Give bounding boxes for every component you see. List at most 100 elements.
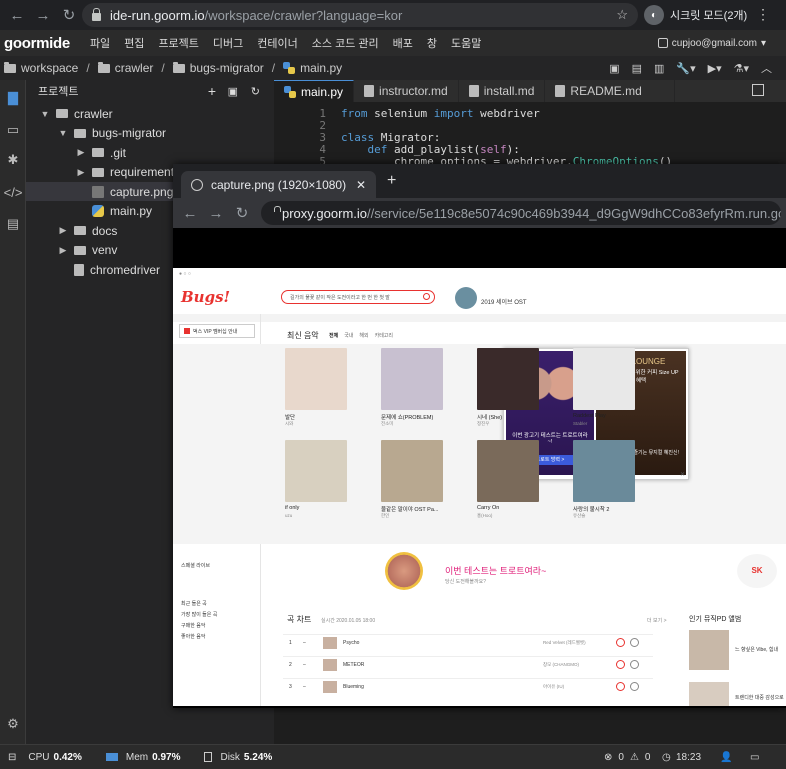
album-artist[interactable]: 전소미 [381,421,393,427]
album-cover[interactable] [477,348,539,410]
menu-item[interactable]: 창 [427,35,437,51]
album-artist[interactable]: Stabler [573,421,587,426]
chart-row[interactable]: 1 – Psycho Red Velvet (레드벨벳) [283,634,653,650]
breadcrumb-main-py[interactable]: main.py [283,61,342,75]
incognito-indicator[interactable]: ◐ 시크릿 모드(2개) [644,3,770,27]
breadcrumb-bugs-migrator[interactable]: bugs-migrator [172,61,264,75]
bugs-search-input[interactable]: 길가의 풀꽃 같이 작은 도전이라고 한 번 한 첫 발 [281,290,435,304]
album-artist[interactable]: uzu [285,513,292,518]
run-icon[interactable]: ▶▾ [708,62,722,75]
debug-bug-icon[interactable]: ✱ [5,152,21,168]
chat-icon[interactable]: ▭ [750,752,759,763]
album-artist[interactable]: 시와 [285,421,293,427]
editor-tab[interactable]: install.md [459,80,546,102]
album-title[interactable]: 시네 (She) [477,413,502,421]
menu-item[interactable]: 파일 [90,35,110,51]
menu-item[interactable]: 소스 코드 관리 [312,35,379,51]
forward-button[interactable]: → [30,2,56,28]
back-button[interactable]: ← [4,2,30,28]
code-icon[interactable]: </> [4,184,23,200]
filter-tab[interactable]: 해외 [359,332,368,339]
menu-item[interactable]: 프로젝트 [158,35,198,51]
menu-item[interactable]: 도움말 [451,35,481,51]
star-icon[interactable]: ☆ [616,7,628,23]
album-cover[interactable] [381,348,443,410]
new-folder-icon[interactable]: ▣ [228,85,238,98]
menu-item[interactable]: 컨테이너 [257,35,297,51]
debug-icon[interactable]: ⚗▾ [734,62,749,75]
add-icon[interactable] [630,682,639,691]
song-title[interactable]: METEOR [343,662,543,668]
chart-row[interactable]: 2 – METEOR 창모 (CHANGMO) [283,656,653,672]
tools-icon[interactable]: 🔧▾ [676,62,695,75]
project-explorer-icon[interactable]: ▇ [5,90,21,106]
tree-item[interactable]: ▶ .git [26,143,274,162]
forward-button[interactable]: → [203,200,229,226]
bugs-sidebar-item[interactable]: 가장 많이 들은 곡 [181,611,217,618]
tree-item[interactable]: ▼ crawler [26,104,274,123]
album-cover[interactable] [381,440,443,502]
problems-indicator[interactable]: ⊗ 0 ⚠ 0 [604,752,650,763]
breadcrumb-crawler[interactable]: crawler [97,61,153,75]
album-title[interactable]: Raddest Play [573,413,606,419]
save-all-icon[interactable]: ▤ [632,62,642,75]
bugs-sidebar-item[interactable]: 구매한 음악 [181,622,205,629]
settings-list-icon[interactable]: ▤ [5,216,21,232]
reload-button[interactable]: ↻ [229,200,255,226]
editor-tab[interactable]: README.md [545,80,676,102]
album-artist[interactable]: 정진우 [477,421,489,427]
bugs-sidebar-item[interactable]: 좋아한 음악 [181,633,205,640]
back-button[interactable]: ← [177,200,203,226]
song-artist[interactable]: 창모 (CHANGMO) [543,662,613,668]
album-title[interactable]: 사랑의 불시착 2 [573,505,609,513]
promo-close-icon[interactable]: ✕ [680,471,685,478]
bugs-sidebar-item[interactable]: 최근 들은 곡 [181,600,207,607]
menu-item[interactable]: 편집 [124,35,144,51]
album-artist[interactable]: 홍(Hoo) [477,513,492,519]
add-icon[interactable]: + [208,83,216,99]
bugs-sidebar-item[interactable]: 스페셜 라이브 [181,562,210,569]
network-icon[interactable]: ⊟ [8,752,16,763]
menu-item[interactable]: 배포 [393,35,413,51]
album-cover[interactable] [573,348,635,410]
play-icon[interactable] [616,638,625,647]
song-title[interactable]: Psycho [343,640,543,646]
menu-item[interactable]: 디버그 [213,35,243,51]
save-icon[interactable]: ▣ [609,62,619,75]
filter-tab[interactable]: 전체 [329,332,338,339]
editor-tab[interactable]: instructor.md [354,80,459,102]
user-status-icon[interactable]: 👤 [720,752,732,763]
album-cover[interactable] [477,440,539,502]
refresh-icon[interactable]: ↻ [251,85,260,98]
album-title[interactable]: 물같은 말이야 OST Pa... [381,505,438,513]
reload-button[interactable]: ↻ [56,2,82,28]
new-tab-icon[interactable]: + [387,172,396,190]
filter-tab[interactable]: 국내 [344,332,353,339]
album-cover[interactable] [285,440,347,502]
album-cover[interactable] [285,348,347,410]
album-artist[interactable]: 한인 [381,513,389,519]
play-icon[interactable] [616,682,625,691]
user-menu[interactable]: cupjoo@gmail.com ▾ [657,30,766,56]
breadcrumb-workspace[interactable]: workspace [4,61,78,75]
right-album-1[interactable] [689,630,729,670]
song-title[interactable]: Blueming [343,684,543,690]
album-title[interactable]: 발단 [285,413,295,421]
popup-address-bar[interactable]: proxy.goorm.io//service/5e119c8e5074c90c… [261,201,781,225]
album-title[interactable]: Carry On [477,505,499,511]
browser-menu-icon[interactable]: ⋮ [756,6,770,23]
album-title[interactable]: if only [285,505,299,511]
tree-item[interactable]: ▼ bugs-migrator [26,124,274,143]
filter-tab[interactable]: 카테고리 [375,332,393,339]
play-icon[interactable] [616,660,625,669]
album-artist[interactable]: 유산슬 [573,513,585,519]
split-editor-icon[interactable] [752,84,764,96]
popup-tab[interactable]: capture.png (1920×1080) ✕ [181,171,376,198]
right-album-2[interactable] [689,682,729,706]
address-bar[interactable]: ide-run.goorm.io/workspace/crawler?langu… [82,3,638,27]
song-artist[interactable]: Red Velvet (레드벨벳) [543,640,613,646]
build-icon[interactable]: ▥ [654,62,664,75]
add-icon[interactable] [630,660,639,669]
album-title[interactable]: 문제에 쇼(PROBLEM) [381,413,433,421]
editor-tab[interactable]: main.py [274,80,355,102]
